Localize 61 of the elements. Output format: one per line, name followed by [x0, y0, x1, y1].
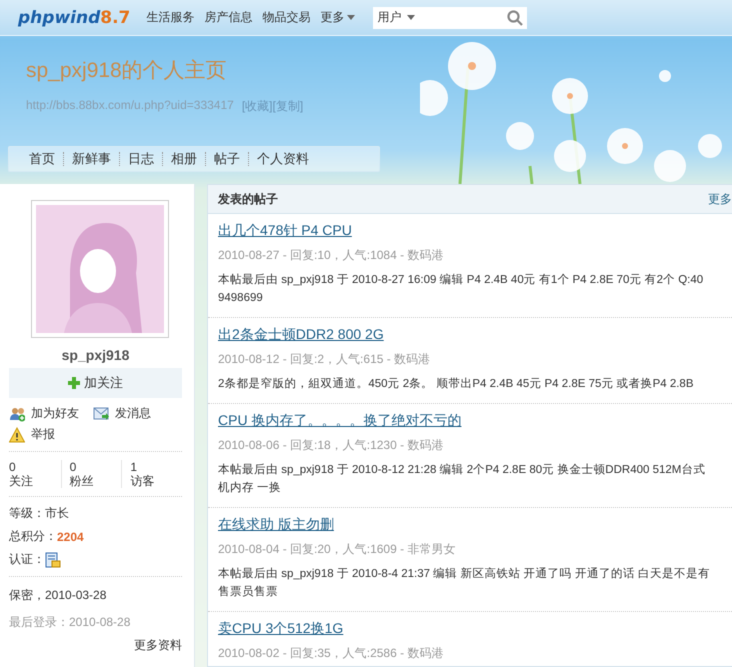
follow-button[interactable]: 加关注: [9, 368, 182, 398]
stat-count: 1: [130, 460, 138, 474]
birthday-text: 保密，2010-03-28: [9, 587, 108, 604]
nav-tab[interactable]: 帖子: [205, 152, 248, 166]
caret-icon: [407, 15, 416, 20]
nav-tab[interactable]: 首页: [23, 152, 63, 166]
envelope-icon: [93, 406, 109, 422]
profile-action-link[interactable]: 加为好友: [9, 405, 79, 422]
more-info-link[interactable]: 更多资料: [134, 638, 182, 652]
nav-tab[interactable]: 相册: [162, 152, 205, 166]
stat-label: 关注: [9, 474, 34, 488]
stat-count: 0: [70, 460, 78, 474]
page-title: sp_pxj918的个人主页: [26, 58, 228, 84]
plus-icon: [68, 377, 80, 389]
post-title-link[interactable]: 卖CPU 3个512换1G: [218, 620, 344, 638]
last-login-text: 最后登录：2010-08-28: [9, 614, 132, 631]
level-label: 等级：: [9, 505, 45, 522]
caret-icon: [347, 15, 356, 20]
friends-icon: [9, 406, 25, 422]
post-meta: 2010-08-02 - 回复:35，人气:2586 - 数码港: [218, 645, 444, 662]
level-value: 市长: [45, 505, 69, 522]
stat-count: 0: [9, 460, 17, 474]
username: sp_pxj918: [60, 347, 130, 363]
more-link[interactable]: 更多: [708, 190, 732, 208]
nav-tab[interactable]: 个人资料: [248, 152, 317, 166]
search-field[interactable]: 用户: [373, 6, 528, 28]
post-title-link[interactable]: 在线求助 版主勿删: [218, 516, 334, 534]
menu-link[interactable]: 房产信息: [204, 9, 252, 26]
post-meta: 2010-08-04 - 回复:20，人气:1609 - 非常男女: [218, 541, 456, 558]
post-title-link[interactable]: 出几个478针 P4 CPU: [218, 222, 352, 240]
post-excerpt-line: 售票员售票: [218, 584, 279, 600]
post-excerpt-line: 9498699: [218, 291, 264, 306]
phpwind-logo[interactable]: phpwind8.7: [18, 8, 130, 28]
warning-icon: [9, 426, 25, 442]
search-icon: [507, 10, 524, 26]
profile-url: http://bbs.88bx.com/u.php?uid=333417: [26, 98, 234, 114]
post-excerpt-line: 本帖最后由 sp_pxj918 于 2010-8-12 21:28 编辑 2个P4 2.8E 80元 换金士顿DDR400 512M台式: [218, 462, 706, 478]
section-title: 发表的帖子: [218, 190, 278, 208]
menu-link[interactable]: 生活服务: [146, 9, 194, 26]
id-card-icon: [45, 552, 61, 568]
post-title-link[interactable]: CPU 换内存了。。。。换了绝对不亏的: [218, 412, 462, 430]
stat-label: 粉丝: [70, 474, 95, 488]
post-excerpt-line: 本帖最后由 sp_pxj918 于 2010-8-27 16:09 编辑 P4 2.4B 40元 有1个 P4 2.8E 70元 有2个 Q:40: [218, 272, 704, 288]
post-excerpt-line: 本帖最后由 sp_pxj918 于 2010-8-4 21:37 编辑 新区高铁站 开通了吗 开通了的话 白天是不是有: [218, 566, 711, 582]
post-meta: 2010-08-12 - 回复:2，人气:615 - 数码港: [218, 351, 432, 368]
post-meta: 2010-08-27 - 回复:10，人气:1084 - 数码港: [218, 247, 444, 264]
profile-action-link[interactable]: 发消息: [93, 405, 151, 422]
nav-tab[interactable]: 日志: [119, 152, 162, 166]
verify-label: 认证：: [9, 551, 45, 568]
post-meta: 2010-08-06 - 回复:18，人气:1230 - 数码港: [218, 437, 444, 454]
menu-link[interactable]: 更多: [320, 9, 356, 26]
points-label: 总积分：: [9, 528, 57, 545]
post-excerpt-line: 机内存 一换: [218, 480, 282, 496]
post-excerpt-line: 2条都是窄版的，組双通道。450元 2条。 顺带出P4 2.4B 45元 P4 2.8E 75元 或者换P4 2.8B: [218, 376, 694, 392]
profile-action-link[interactable]: 举报: [9, 426, 55, 443]
points-value: 2204: [57, 530, 84, 544]
search-scope-dropdown[interactable]: 用户: [377, 9, 416, 26]
nav-tab[interactable]: 新鲜事: [63, 152, 119, 166]
stat-label: 访客: [130, 474, 156, 488]
post-title-link[interactable]: 出2条金士顿DDR2 800 2G: [218, 326, 384, 344]
menu-link[interactable]: 物品交易: [262, 9, 310, 26]
